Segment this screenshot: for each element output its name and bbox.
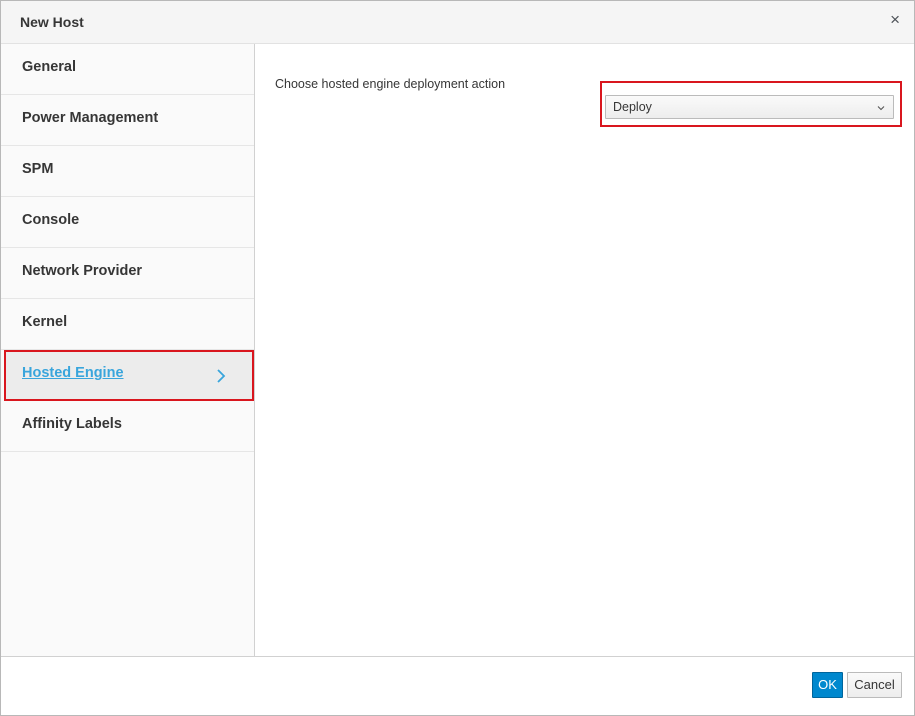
new-host-dialog: New Host × General Power Management SPM … (0, 0, 915, 716)
deployment-action-select[interactable]: Deploy (605, 95, 894, 119)
dialog-footer: OK Cancel (1, 656, 914, 715)
ok-button[interactable]: OK (812, 672, 843, 698)
sidebar-item-label: Console (22, 212, 80, 228)
dialog-title: New Host (20, 14, 84, 30)
hosted-engine-panel: Choose hosted engine deployment action D… (255, 44, 914, 656)
sidebar-nav: General Power Management SPM Console Net… (1, 44, 255, 656)
sidebar-item-network-provider[interactable]: Network Provider (1, 248, 254, 299)
cancel-button[interactable]: Cancel (847, 672, 902, 698)
deployment-action-label: Choose hosted engine deployment action (275, 77, 506, 91)
sidebar-item-console[interactable]: Console (1, 197, 254, 248)
sidebar-item-label: Power Management (22, 110, 159, 126)
sidebar-item-hosted-engine[interactable]: Hosted Engine (4, 350, 254, 401)
sidebar-item-label: General (22, 59, 76, 75)
sidebar-item-label: Network Provider (22, 263, 143, 279)
sidebar-item-label: Hosted Engine (22, 365, 124, 381)
sidebar-item-label: Affinity Labels (22, 416, 122, 432)
sidebar-item-affinity-labels[interactable]: Affinity Labels (1, 401, 254, 452)
close-icon[interactable]: × (890, 9, 900, 31)
sidebar-item-power-management[interactable]: Power Management (1, 95, 254, 146)
sidebar-item-kernel[interactable]: Kernel (1, 299, 254, 350)
dialog-header: New Host × (1, 1, 914, 44)
select-value: Deploy (613, 100, 652, 114)
chevron-right-icon (217, 369, 226, 383)
sidebar-item-spm[interactable]: SPM (1, 146, 254, 197)
chevron-down-icon (877, 106, 885, 111)
sidebar-item-label: SPM (22, 161, 54, 177)
sidebar-item-general[interactable]: General (1, 44, 254, 95)
sidebar-item-label: Kernel (22, 314, 68, 330)
